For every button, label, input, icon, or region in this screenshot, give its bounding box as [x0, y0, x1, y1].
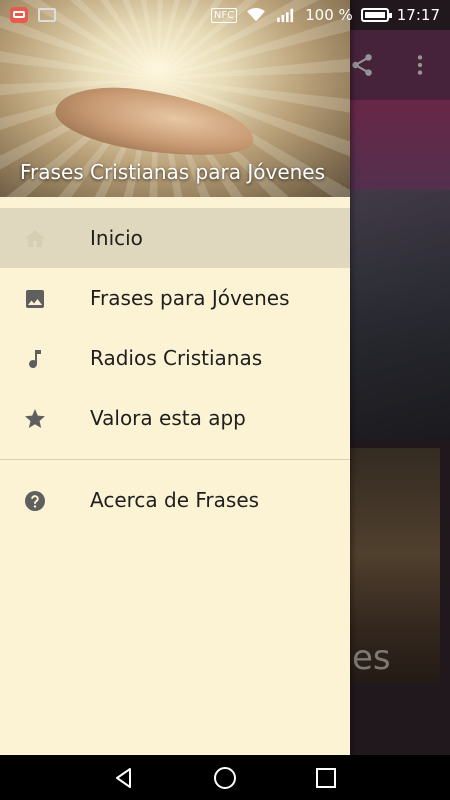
- drawer-header-title: Frases Cristianas para Jóvenes: [20, 160, 326, 184]
- battery-percent: 100 %: [305, 6, 353, 24]
- menu-divider: [0, 459, 350, 460]
- mail-notification-icon: [10, 7, 28, 23]
- home-button-icon[interactable]: [212, 765, 238, 791]
- image-icon: [22, 286, 48, 312]
- recents-icon[interactable]: [313, 765, 339, 791]
- menu-item-label: Acerca de Frases: [90, 488, 260, 512]
- signal-icon: [277, 8, 294, 23]
- wifi-icon: [247, 8, 265, 22]
- menu-item-acerca[interactable]: Acerca de Frases: [0, 470, 350, 530]
- navigation-drawer: Frases Cristianas para Jóvenes Inicio Fr…: [0, 0, 350, 755]
- nfc-icon: NFC: [210, 7, 238, 23]
- status-bar: NFC 100 % 17:17: [0, 0, 450, 30]
- star-icon: [22, 406, 48, 432]
- battery-icon: [360, 8, 392, 22]
- home-icon: [22, 226, 48, 252]
- clock: 17:17: [396, 6, 440, 24]
- menu-item-frases-jovenes[interactable]: Frases para Jóvenes: [0, 268, 350, 328]
- menu-item-label: Frases para Jóvenes: [90, 286, 290, 310]
- image-notification-icon: [38, 8, 56, 22]
- music-note-icon: [22, 346, 48, 372]
- menu-item-label: Inicio: [90, 226, 143, 250]
- menu-item-inicio[interactable]: Inicio: [0, 208, 350, 268]
- back-icon[interactable]: [111, 765, 137, 791]
- menu-item-label: Radios Cristianas: [90, 346, 263, 370]
- help-icon: [22, 488, 48, 514]
- menu-item-radios[interactable]: Radios Cristianas: [0, 328, 350, 388]
- menu-item-valora[interactable]: Valora esta app: [0, 388, 350, 448]
- drawer-menu: Inicio Frases para Jóvenes Radios Cristi…: [0, 208, 350, 530]
- menu-item-label: Valora esta app: [90, 406, 246, 430]
- system-navigation-bar: [0, 755, 450, 800]
